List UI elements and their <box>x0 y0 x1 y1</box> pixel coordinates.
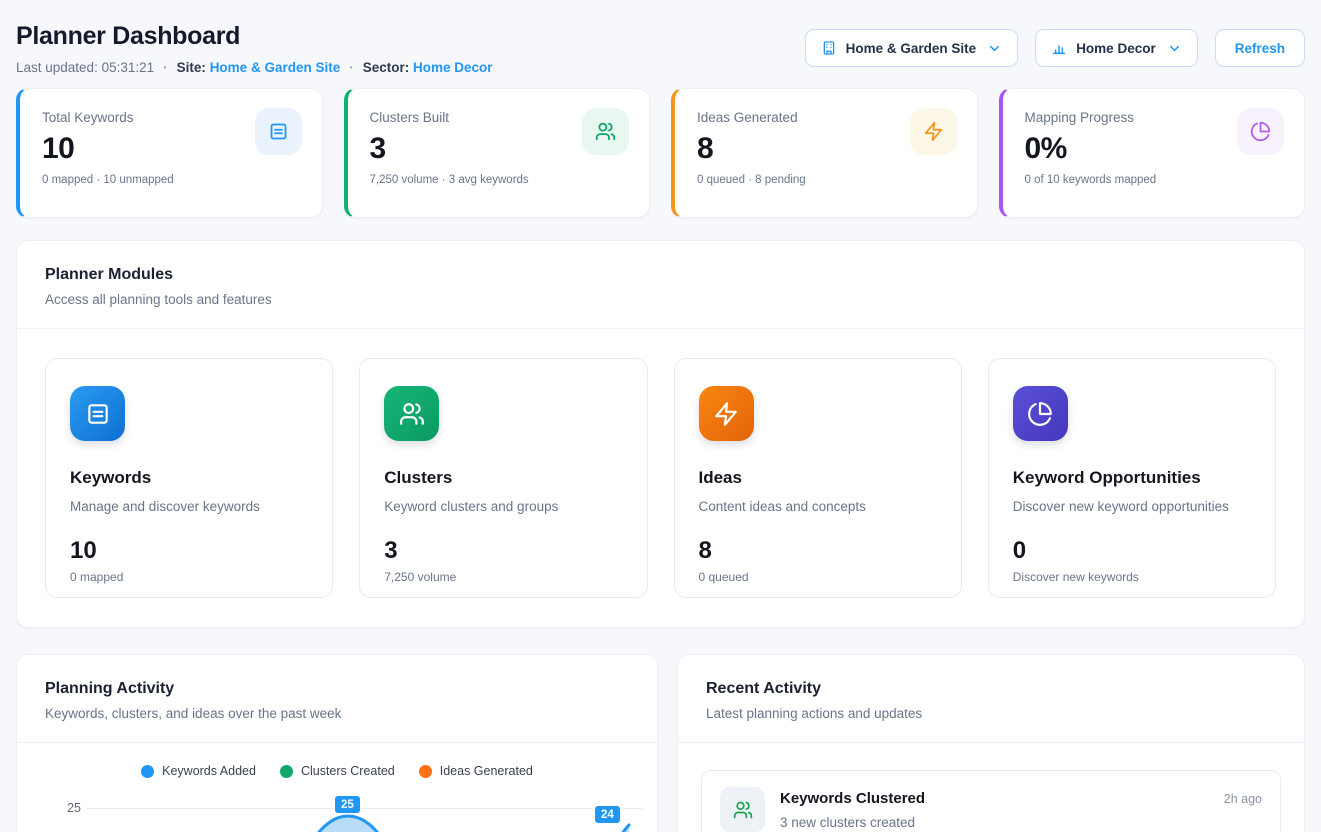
building-icon <box>821 40 837 56</box>
recent-activity-subtitle: Latest planning actions and updates <box>706 706 1276 721</box>
last-updated-text: Last updated: 05:31:21 <box>16 60 154 75</box>
site-link[interactable]: Home & Garden Site <box>210 60 341 75</box>
legend-dot-blue <box>141 765 154 778</box>
module-value: 8 <box>699 537 937 565</box>
module-value: 3 <box>384 537 622 565</box>
legend-item-keywords-added[interactable]: Keywords Added <box>141 764 256 778</box>
module-description: Manage and discover keywords <box>70 499 308 514</box>
stat-caption: 7,250 volume · 3 avg keywords <box>370 174 628 186</box>
chevron-down-icon <box>1167 41 1182 56</box>
module-card-clusters[interactable]: Clusters Keyword clusters and groups 3 7… <box>359 358 647 598</box>
meta-separator: · <box>349 60 354 75</box>
module-card-keyword-opportunities[interactable]: Keyword Opportunities Discover new keywo… <box>988 358 1276 598</box>
site-selector-dropdown[interactable]: Home & Garden Site <box>805 29 1019 67</box>
modules-panel-title: Planner Modules <box>45 266 1276 284</box>
zap-icon <box>910 108 957 155</box>
activity-item-body: Keywords Clustered 3 new clusters create… <box>780 787 925 830</box>
module-description: Discover new keyword opportunities <box>1013 499 1251 514</box>
module-caption: 0 queued <box>699 570 937 584</box>
chevron-down-icon <box>987 41 1002 56</box>
modules-panel-header: Planner Modules Access all planning tool… <box>17 241 1304 329</box>
module-title: Keyword Opportunities <box>1013 468 1251 488</box>
stat-caption: 0 mapped · 10 unmapped <box>42 174 300 186</box>
stat-card-mapping-progress: Mapping Progress 0% 0 of 10 keywords map… <box>999 88 1306 218</box>
module-value: 10 <box>70 537 308 565</box>
zap-icon <box>699 386 754 441</box>
page-title: Planner Dashboard <box>16 22 493 51</box>
stat-card-clusters-built: Clusters Built 3 7,250 volume · 3 avg ke… <box>344 88 651 218</box>
stat-card-ideas-generated: Ideas Generated 8 0 queued · 8 pending <box>671 88 978 218</box>
users-icon <box>720 787 765 832</box>
document-icon <box>255 108 302 155</box>
data-point-label-25: 25 <box>334 795 361 814</box>
recent-activity-header: Recent Activity Latest planning actions … <box>678 655 1304 743</box>
module-caption: 7,250 volume <box>384 570 622 584</box>
header-left: Planner Dashboard Last updated: 05:31:21… <box>16 22 493 75</box>
module-value: 0 <box>1013 537 1251 565</box>
chart-legend: Keywords Added Clusters Created Ideas Ge… <box>17 764 657 778</box>
legend-dot-green <box>280 765 293 778</box>
header-meta: Last updated: 05:31:21 · Site: Home & Ga… <box>16 60 493 75</box>
module-card-keywords[interactable]: Keywords Manage and discover keywords 10… <box>45 358 333 598</box>
planner-modules-panel: Planner Modules Access all planning tool… <box>16 240 1305 628</box>
legend-label: Keywords Added <box>162 764 256 778</box>
module-description: Keyword clusters and groups <box>384 499 622 514</box>
sector-meta: Sector: Home Decor <box>363 60 493 75</box>
stat-card-total-keywords: Total Keywords 10 0 mapped · 10 unmapped <box>16 88 323 218</box>
module-title: Ideas <box>699 468 937 488</box>
document-icon <box>70 386 125 441</box>
planner-dashboard-page: Planner Dashboard Last updated: 05:31:21… <box>0 0 1321 832</box>
page-header: Planner Dashboard Last updated: 05:31:21… <box>16 0 1305 75</box>
legend-dot-orange <box>419 765 432 778</box>
stat-caption: 0 queued · 8 pending <box>697 174 955 186</box>
y-axis-tick-25: 25 <box>55 801 81 815</box>
activity-item-keywords-clustered[interactable]: Keywords Clustered 3 new clusters create… <box>701 770 1281 832</box>
legend-label: Clusters Created <box>301 764 395 778</box>
legend-item-ideas-generated[interactable]: Ideas Generated <box>419 764 533 778</box>
legend-label: Ideas Generated <box>440 764 533 778</box>
keywords-added-area-curve <box>86 785 644 832</box>
planning-activity-panel: Planning Activity Keywords, clusters, an… <box>16 654 658 832</box>
activity-item-description: 3 new clusters created <box>780 815 925 830</box>
module-title: Keywords <box>70 468 308 488</box>
module-caption: Discover new keywords <box>1013 570 1251 584</box>
stats-row: Total Keywords 10 0 mapped · 10 unmapped… <box>16 88 1305 218</box>
site-selector-label: Home & Garden Site <box>846 41 977 56</box>
module-description: Content ideas and concepts <box>699 499 937 514</box>
planning-activity-subtitle: Keywords, clusters, and ideas over the p… <box>45 706 629 721</box>
refresh-button[interactable]: Refresh <box>1215 29 1305 67</box>
legend-item-clusters-created[interactable]: Clusters Created <box>280 764 395 778</box>
planning-activity-chart: 25 25 24 <box>17 785 657 832</box>
data-point-label-24: 24 <box>594 805 621 824</box>
recent-activity-title: Recent Activity <box>706 680 1276 698</box>
module-title: Clusters <box>384 468 622 488</box>
planning-activity-title: Planning Activity <box>45 680 629 698</box>
header-actions: Home & Garden Site Home Decor Refresh <box>805 29 1305 67</box>
sector-link[interactable]: Home Decor <box>413 60 493 75</box>
modules-grid: Keywords Manage and discover keywords 10… <box>17 329 1304 627</box>
module-card-ideas[interactable]: Ideas Content ideas and concepts 8 0 que… <box>674 358 962 598</box>
users-icon <box>582 108 629 155</box>
activity-item-timestamp: 2h ago <box>1224 787 1262 806</box>
planning-activity-header: Planning Activity Keywords, clusters, an… <box>17 655 657 743</box>
sector-selector-label: Home Decor <box>1076 41 1156 56</box>
site-meta: Site: Home & Garden Site <box>177 60 341 75</box>
stat-caption: 0 of 10 keywords mapped <box>1025 174 1283 186</box>
meta-separator: · <box>163 60 168 75</box>
recent-activity-list: Keywords Clustered 3 new clusters create… <box>678 743 1304 832</box>
sector-selector-dropdown[interactable]: Home Decor <box>1035 29 1198 67</box>
users-icon <box>384 386 439 441</box>
pie-chart-icon <box>1013 386 1068 441</box>
recent-activity-panel: Recent Activity Latest planning actions … <box>677 654 1305 832</box>
modules-panel-subtitle: Access all planning tools and features <box>45 292 1276 307</box>
activity-item-title: Keywords Clustered <box>780 787 925 807</box>
pie-chart-icon <box>1237 108 1284 155</box>
bar-chart-icon <box>1051 40 1067 56</box>
module-caption: 0 mapped <box>70 570 308 584</box>
bottom-row: Planning Activity Keywords, clusters, an… <box>16 654 1305 832</box>
